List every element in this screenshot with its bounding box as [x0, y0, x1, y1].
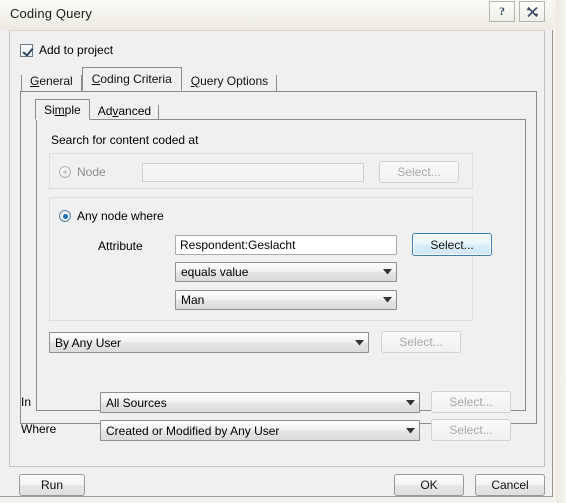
where-select-button[interactable]: Select...	[431, 419, 511, 441]
chevron-down-icon	[379, 269, 396, 275]
coding-criteria-panel: Simple Advanced Search for content coded…	[20, 91, 537, 424]
tab-coding-criteria[interactable]: Coding Criteria	[81, 67, 182, 91]
radio-any-node-where-label: Any node where	[77, 209, 164, 223]
where-label: Where	[21, 422, 57, 436]
subtab-simple[interactable]: Simple	[35, 99, 90, 120]
subtab-advanced[interactable]: Advanced	[89, 102, 160, 120]
tab-general-label: eneral	[39, 74, 73, 88]
subtab-advanced-label-post: anced	[118, 104, 152, 118]
node-option-group: Node Select...	[49, 153, 473, 189]
close-x-icon	[526, 6, 538, 17]
tab-query-options-label: uery Options	[200, 74, 269, 88]
subtab-advanced-label-pre: Ad	[97, 104, 113, 118]
radio-node[interactable]: Node	[59, 165, 106, 179]
user-scope-dropdown[interactable]: By Any User	[49, 332, 369, 353]
radio-indicator-icon	[59, 210, 71, 222]
subtab-simple-label-pre: Si	[44, 103, 55, 117]
question-mark-icon: ?	[499, 4, 505, 18]
backdrop-right-edge	[556, 0, 566, 503]
value-dropdown-value: Man	[181, 293, 205, 307]
attribute-select-button[interactable]: Select...	[412, 233, 492, 256]
value-dropdown[interactable]: Man	[175, 290, 397, 310]
add-to-project-checkbox[interactable]: Add to project	[20, 43, 113, 57]
tab-general-mnemonic: G	[30, 74, 40, 88]
search-heading: Search for content coded at	[51, 133, 199, 147]
tab-query-options[interactable]: Query Options	[180, 71, 279, 92]
dialog-title: Coding Query	[10, 6, 93, 21]
in-dropdown[interactable]: All Sources	[100, 392, 420, 413]
run-button[interactable]: Run	[19, 474, 85, 496]
user-scope-select-button[interactable]: Select...	[381, 331, 461, 353]
radio-any-node-where[interactable]: Any node where	[59, 209, 164, 223]
main-tabstrip: General Coding Criteria Query Options	[20, 67, 279, 92]
attribute-label: Attribute	[98, 239, 143, 253]
add-to-project-label: Add to project	[39, 43, 114, 57]
in-dropdown-value: All Sources	[106, 395, 167, 410]
any-node-option-group: Any node where Attribute Respondent:Gesl…	[49, 197, 492, 321]
tab-coding-criteria-label: oding Criteria	[100, 72, 172, 86]
subtab-simple-label-post: ple	[64, 103, 81, 117]
chevron-down-icon	[402, 399, 419, 406]
caption-button-group: ?	[489, 1, 545, 22]
criteria-subtabstrip: Simple Advanced	[35, 99, 160, 120]
operator-dropdown-value: equals value	[181, 265, 249, 279]
node-textbox[interactable]	[142, 163, 364, 182]
dialog-titlebar: Coding Query ?	[0, 0, 553, 30]
close-button[interactable]	[519, 1, 545, 22]
radio-indicator-icon	[59, 166, 71, 178]
subtab-simple-mnemonic: m	[54, 103, 65, 117]
ok-button[interactable]: OK	[394, 474, 464, 496]
tab-query-options-mnemonic: Q	[190, 74, 201, 88]
where-dropdown-value: Created or Modified by Any User	[106, 423, 280, 438]
radio-node-label: Node	[77, 165, 106, 179]
simple-criteria-panel: Search for content coded at Node Select.…	[36, 119, 526, 411]
node-select-button[interactable]: Select...	[379, 161, 459, 183]
chevron-down-icon	[379, 297, 396, 303]
chevron-down-icon	[402, 427, 419, 434]
user-scope-dropdown-value: By Any User	[55, 335, 122, 350]
attribute-textbox[interactable]: Respondent:Geslacht	[175, 235, 397, 255]
coding-query-dialog: Coding Query ? Add to project General Co…	[0, 0, 553, 497]
tab-general[interactable]: General	[20, 71, 83, 92]
chevron-down-icon	[351, 339, 368, 346]
cancel-button[interactable]: Cancel	[475, 474, 545, 496]
dialog-content-panel: Add to project General Coding Criteria Q…	[9, 30, 545, 467]
in-select-button[interactable]: Select...	[431, 391, 511, 413]
dialog-footer: Run OK Cancel	[0, 468, 553, 497]
where-dropdown[interactable]: Created or Modified by Any User	[100, 420, 420, 441]
help-button[interactable]: ?	[489, 1, 515, 22]
checkmark-icon	[20, 43, 33, 57]
operator-dropdown[interactable]: equals value	[175, 262, 397, 282]
in-label: In	[21, 395, 32, 409]
